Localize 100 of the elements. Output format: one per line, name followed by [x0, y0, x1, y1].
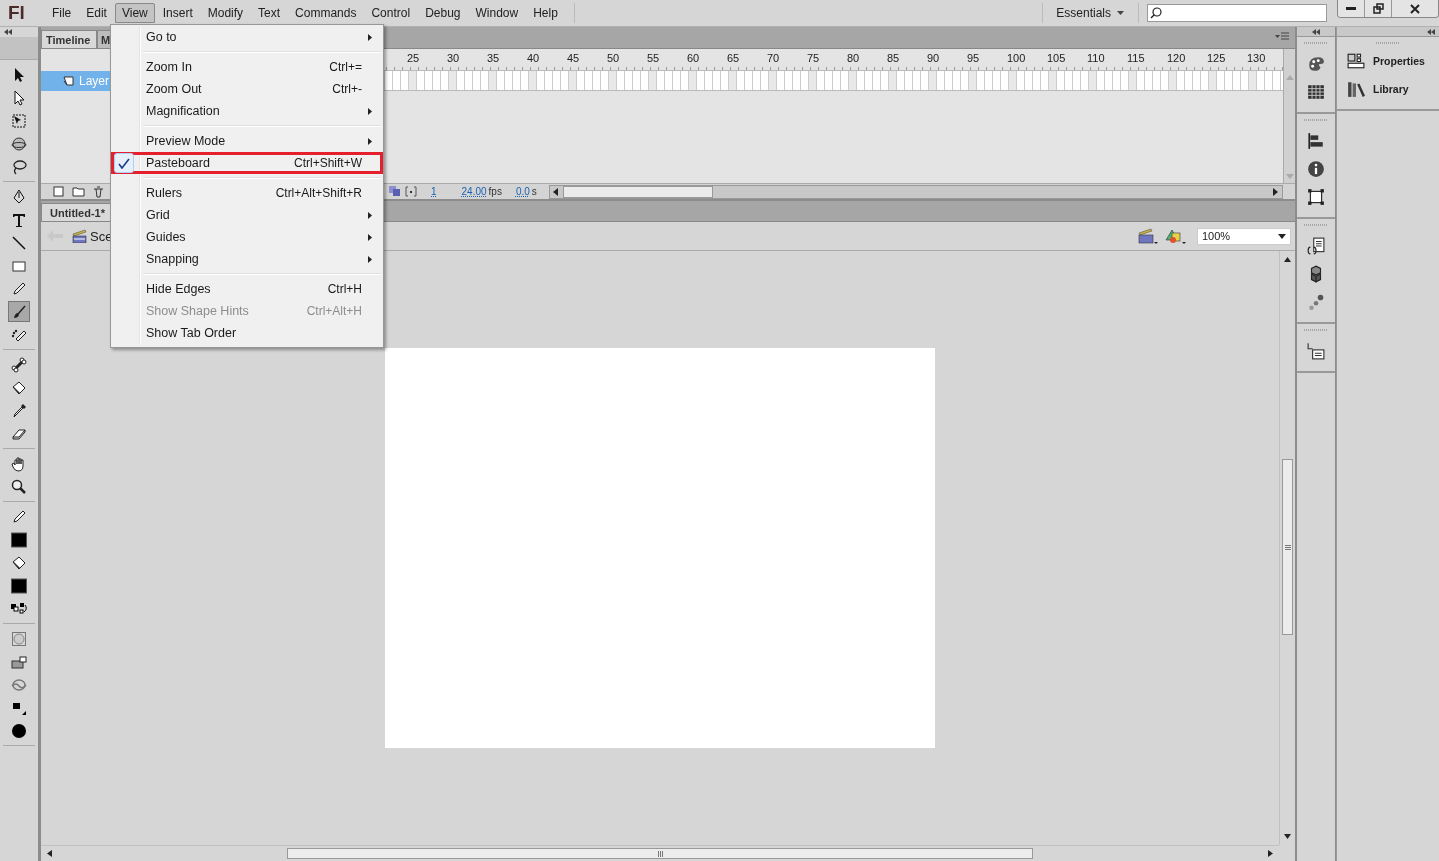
menu[interactable]: Control: [364, 3, 418, 23]
menu-item[interactable]: Go to: [111, 26, 383, 48]
shapes-icon: [1165, 227, 1187, 245]
submenu-arrow-icon: [368, 212, 372, 219]
elapsed-time: 0.0: [515, 186, 530, 197]
grip-icon: [1304, 224, 1328, 227]
tool-button[interactable]: [8, 529, 30, 550]
toolbar-header: [0, 37, 38, 60]
close-icon: [1410, 3, 1420, 14]
hollow-pointer-icon: [11, 89, 27, 106]
menu-item[interactable]: Show Tab Order: [111, 322, 383, 344]
close-button[interactable]: [1391, 0, 1438, 17]
caret-icon: [1117, 11, 1124, 15]
text-tool-icon: [11, 211, 27, 228]
menu[interactable]: File: [44, 3, 79, 23]
submenu-arrow-icon: [368, 234, 372, 241]
info-icon: [1307, 160, 1325, 178]
menu-item[interactable]: Snapping: [111, 248, 383, 270]
new-layer-icon: [53, 186, 64, 197]
transform-box-icon: [1307, 188, 1325, 206]
clapperboard-icon: [72, 229, 87, 243]
line-icon: [11, 234, 27, 251]
caret-icon: [1278, 233, 1286, 239]
brush-icon: [11, 303, 27, 320]
shortcut-label: Ctrl+-: [332, 82, 362, 96]
frame-number: 95: [967, 51, 981, 66]
zoom-dropdown[interactable]: 100%: [1197, 227, 1291, 245]
minimize-button[interactable]: [1338, 0, 1364, 17]
magnifier-icon: [11, 478, 27, 495]
hand-icon: [11, 455, 27, 472]
properties-icon: [1347, 52, 1365, 70]
frame-number: 30: [447, 51, 461, 66]
grip-icon: [1284, 544, 1291, 550]
shortcut-label: Ctrl+Alt+Shift+R: [275, 186, 362, 200]
time-unit: s: [531, 186, 537, 197]
folder-icon: [72, 186, 85, 197]
frame-number: 65: [727, 51, 741, 66]
submenu-arrow-icon: [368, 34, 372, 41]
menu[interactable]: Debug: [418, 3, 468, 23]
transform-icon: [11, 112, 27, 129]
panel-tab[interactable]: M: [97, 30, 111, 48]
workspace-switcher[interactable]: Essentials: [1051, 5, 1129, 21]
frame-number: 60: [687, 51, 701, 66]
checkmark-icon: [118, 157, 130, 169]
tool-button[interactable]: [8, 575, 30, 596]
menu[interactable]: Modify: [200, 3, 251, 23]
menu[interactable]: Help: [526, 3, 565, 23]
menu-item[interactable]: Magnification: [111, 100, 383, 122]
gradient-lock-icon: [11, 653, 27, 670]
tool-button[interactable]: [8, 354, 30, 375]
menu-item[interactable]: Zoom Out Ctrl+-: [111, 78, 383, 100]
frame-number: 45: [567, 51, 581, 66]
search-icon: [1150, 7, 1162, 19]
menu-item[interactable]: Guides: [111, 226, 383, 248]
menu[interactable]: View: [114, 3, 155, 23]
onion-markers-icon: [405, 186, 417, 197]
pencil-icon: [11, 280, 27, 297]
tool-button[interactable]: [8, 301, 30, 322]
layer-icon: [63, 76, 74, 86]
edit-symbol-button[interactable]: [1165, 227, 1187, 245]
frame-number: 80: [847, 51, 861, 66]
lasso-icon: [11, 158, 27, 175]
sphere-icon: [11, 135, 27, 152]
frame-number: 110: [1087, 51, 1106, 66]
menu-item[interactable]: Hide Edges Ctrl+H: [111, 278, 383, 300]
grip-icon: [1304, 42, 1328, 45]
menu[interactable]: Edit: [79, 3, 114, 23]
submenu-arrow-icon: [368, 108, 372, 115]
panel-tab[interactable]: Timeline: [41, 30, 97, 48]
menu-item[interactable]: Preview Mode: [111, 130, 383, 152]
frame-number: 125: [1207, 51, 1227, 66]
frame-number: 50: [607, 51, 621, 66]
menu-item[interactable]: Zoom In Ctrl+=: [111, 56, 383, 78]
restore-button[interactable]: [1364, 0, 1391, 17]
menu-item[interactable]: Rulers Ctrl+Alt+Shift+R: [111, 182, 383, 204]
submenu-arrow-icon: [368, 256, 372, 263]
edit-scene-button[interactable]: [1137, 227, 1159, 245]
frame-number: 85: [887, 51, 901, 66]
menu[interactable]: Insert: [155, 3, 200, 23]
dots-icon: [1307, 293, 1325, 311]
search-field[interactable]: [1147, 4, 1327, 22]
eyedropper-icon: [11, 402, 27, 419]
panel-button[interactable]: Properties: [1337, 47, 1439, 75]
restore-icon: [1372, 3, 1384, 14]
frame-number: 75: [807, 51, 821, 66]
arrow-down-icon: [1284, 834, 1291, 839]
circle-in-square-icon: [11, 630, 27, 647]
grip-icon: [657, 850, 663, 857]
frame-number: 105: [1047, 51, 1067, 66]
menu-item[interactable]: Grid: [111, 204, 383, 226]
menu[interactable]: Text: [251, 3, 288, 23]
minimize-icon: [1346, 7, 1356, 10]
menu[interactable]: Window: [468, 3, 526, 23]
pencil-icon: [11, 508, 27, 525]
menu-item[interactable]: Pasteboard Ctrl+Shift+W: [111, 152, 383, 174]
menu[interactable]: Commands: [288, 3, 364, 23]
arrow-left-icon: [47, 850, 52, 857]
panel-button[interactable]: Library: [1337, 75, 1439, 103]
history-icon: [1307, 342, 1325, 360]
onion-skin-icon: [389, 186, 401, 197]
